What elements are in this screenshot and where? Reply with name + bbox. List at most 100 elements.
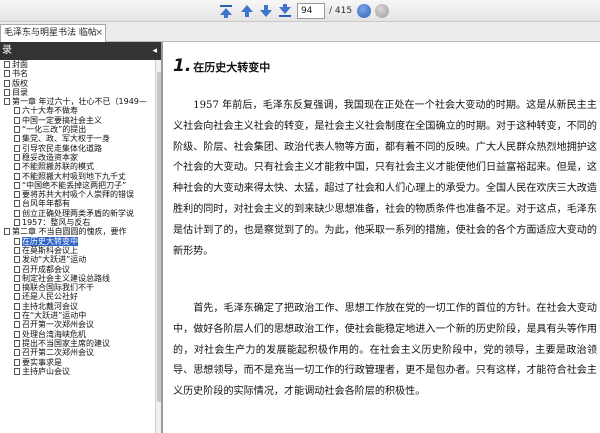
toc-item[interactable]: 集党、政、军大权于一身: [0, 134, 155, 143]
toc-item-label: 书名: [12, 69, 28, 79]
toc-item[interactable]: 1957：整风与反右: [0, 218, 155, 227]
chapter-title: 在历史大转变中: [193, 61, 271, 74]
page-icon: [14, 312, 20, 320]
go-forward-icon[interactable]: [375, 4, 389, 18]
toc-item[interactable]: 稳妥改造资本家: [0, 153, 155, 162]
toc-item[interactable]: 中国一定要搞社会主义: [0, 116, 155, 125]
toc-item-label: 封面: [12, 60, 28, 69]
toc-sidebar: 录 ◂ 封面 书名 版权 目录 第一章 年过六十，壮心不已（1949— 六十大寿不做寿 中国…: [0, 42, 163, 433]
toc-item[interactable]: 创立正确处理两类矛盾的新学说: [0, 209, 155, 218]
toc-item-label: 处理台湾海峡危机: [22, 329, 86, 339]
tab-title: 毛泽东与明星书法 临帖: [4, 28, 97, 38]
toc-item-label: 稳妥改造资本家: [22, 152, 78, 162]
toc-item-label: 中国一定要搞社会主义: [22, 115, 102, 125]
go-back-icon[interactable]: [357, 4, 371, 18]
toc-item[interactable]: 主持庐山会议: [0, 367, 155, 376]
toc-item[interactable]: 发动“大跃进”运动: [0, 255, 155, 264]
last-page-icon[interactable]: [277, 3, 293, 19]
toc-item[interactable]: 召开第一次郑州会议: [0, 320, 155, 329]
toc-item[interactable]: 台风年年都有: [0, 199, 155, 208]
chapter-heading: 1. 在历史大转变中: [173, 56, 270, 76]
page-icon: [14, 265, 20, 273]
page-icon: [14, 284, 20, 292]
page-icon: [14, 126, 20, 134]
toc-item-label: 创立正确处理两类矛盾的新学说: [22, 208, 134, 218]
page-icon: [14, 339, 20, 347]
page-icon: [14, 107, 20, 115]
toc-item[interactable]: 提出不当国家主席的建议: [0, 339, 155, 348]
toc-item[interactable]: 书名: [0, 69, 155, 78]
toc-item[interactable]: 第二章 不当自圆圆的愧疚，要作: [0, 227, 155, 236]
close-icon[interactable]: ×: [95, 25, 103, 41]
toc-item-label: 召开第二次郑州会议: [22, 348, 94, 358]
toc-item-label: 版权: [12, 78, 28, 88]
next-page-icon[interactable]: [258, 3, 274, 19]
toc-item[interactable]: 目录: [0, 88, 155, 97]
toc-item[interactable]: 封面: [0, 60, 155, 69]
toc-item[interactable]: 要将苏共大村吸个人崇拜的错误: [0, 190, 155, 199]
page-icon: [4, 70, 10, 78]
tab-strip: 毛泽东与明星书法 临帖 ×: [0, 22, 600, 42]
page-icon: [14, 256, 20, 264]
document-tab[interactable]: 毛泽东与明星书法 临帖 ×: [0, 24, 106, 42]
page-icon: [14, 330, 20, 338]
body-paragraph: 首先，毛泽东确定了把政治工作、思想工作放在党的一切工作的首位的方针。在社会大变动…: [173, 303, 597, 398]
page-icon: [14, 116, 20, 124]
body-paragraph: 1957 年前后，毛泽东反复强调，我国现在正处在一个社会大变动的时期。这是从新民…: [173, 100, 597, 257]
toc-item[interactable]: 不能照搬大村吸到地下九千丈: [0, 172, 155, 181]
sidebar-title: 录: [2, 45, 12, 56]
toc-item-label: 召开第一次郑州会议: [22, 320, 94, 330]
page-icon: [14, 163, 20, 171]
first-page-icon[interactable]: [218, 3, 234, 19]
toc-item-label: 发动“大跃进”运动: [22, 255, 87, 265]
page-icon: [14, 367, 20, 375]
toc-item[interactable]: 搞联合国际我们不干: [0, 283, 155, 292]
page-icon: [14, 135, 20, 143]
toc-item-label: 还是人民公社好: [22, 292, 78, 302]
toc-item[interactable]: 六十大寿不做寿: [0, 106, 155, 115]
toc-tree: 封面 书名 版权 目录 第一章 年过六十，壮心不已（1949— 六十大寿不做寿 中国一定要搞…: [0, 60, 155, 433]
toc-item[interactable]: 第一章 年过六十，壮心不已（1949—: [0, 97, 155, 106]
toc-item[interactable]: 召开第二次郑州会议: [0, 348, 155, 357]
page-icon: [4, 79, 10, 87]
toc-item[interactable]: 召开成都会议: [0, 265, 155, 274]
toc-item[interactable]: “中国绝不能丢掉这两把刀子”: [0, 181, 155, 190]
page-icon: [14, 237, 20, 245]
collapse-icon[interactable]: ◂: [152, 42, 157, 60]
scrollbar-thumb[interactable]: [157, 72, 161, 402]
page-icon: [14, 200, 20, 208]
toc-item-label: “中国绝不能丢掉这两把刀子”: [22, 180, 127, 190]
toc-item[interactable]: 在莫斯科会议上: [0, 246, 155, 255]
toc-item[interactable]: 制定社会主义建设总路线: [0, 274, 155, 283]
toc-item[interactable]: “一化三改”的提出: [0, 125, 155, 134]
toc-item-label: 在莫斯科会议上: [22, 245, 78, 255]
sidebar-scrollbar[interactable]: [155, 60, 161, 433]
toc-item-label: 提出不当国家主席的建议: [22, 338, 110, 348]
toc-item[interactable]: 处理台湾海峡危机: [0, 330, 155, 339]
toc-item-label: 台风年年都有: [22, 199, 70, 209]
toc-item-label: 集党、政、军大权于一身: [22, 134, 110, 144]
toc-item[interactable]: 主持北戴河会议: [0, 302, 155, 311]
toc-item-selected[interactable]: 在历史大转变中: [0, 236, 155, 246]
previous-page-icon[interactable]: [239, 3, 255, 19]
toc-item[interactable]: 要实事求是: [0, 358, 155, 367]
page-icon: [14, 172, 20, 180]
page-icon: [14, 181, 20, 189]
page-icon: [14, 219, 20, 227]
page-icon: [14, 191, 20, 199]
page-number-input[interactable]: [297, 3, 325, 19]
toc-item-label: 要将苏共大村吸个人崇拜的错误: [22, 190, 134, 200]
toc-item[interactable]: 引导农民走集体化道路: [0, 144, 155, 153]
toc-item[interactable]: 还是人民公社好: [0, 292, 155, 301]
toc-item[interactable]: 版权: [0, 79, 155, 88]
toc-item[interactable]: 在“大跃进”运动中: [0, 311, 155, 320]
toc-item-label: 不能照搬苏联的模式: [22, 162, 94, 172]
toc-item-label: 在“大跃进”运动中: [22, 311, 87, 321]
page-icon: [14, 293, 20, 301]
toc-item-label: 第二章 不当自圆圆的愧疚，要作: [12, 227, 127, 237]
toc-item[interactable]: 不能照搬苏联的模式: [0, 162, 155, 171]
page-icon: [14, 246, 20, 254]
page-icon: [4, 61, 10, 68]
toolbar: / 415: [0, 0, 600, 22]
toc-item-label: 召开成都会议: [22, 264, 70, 274]
